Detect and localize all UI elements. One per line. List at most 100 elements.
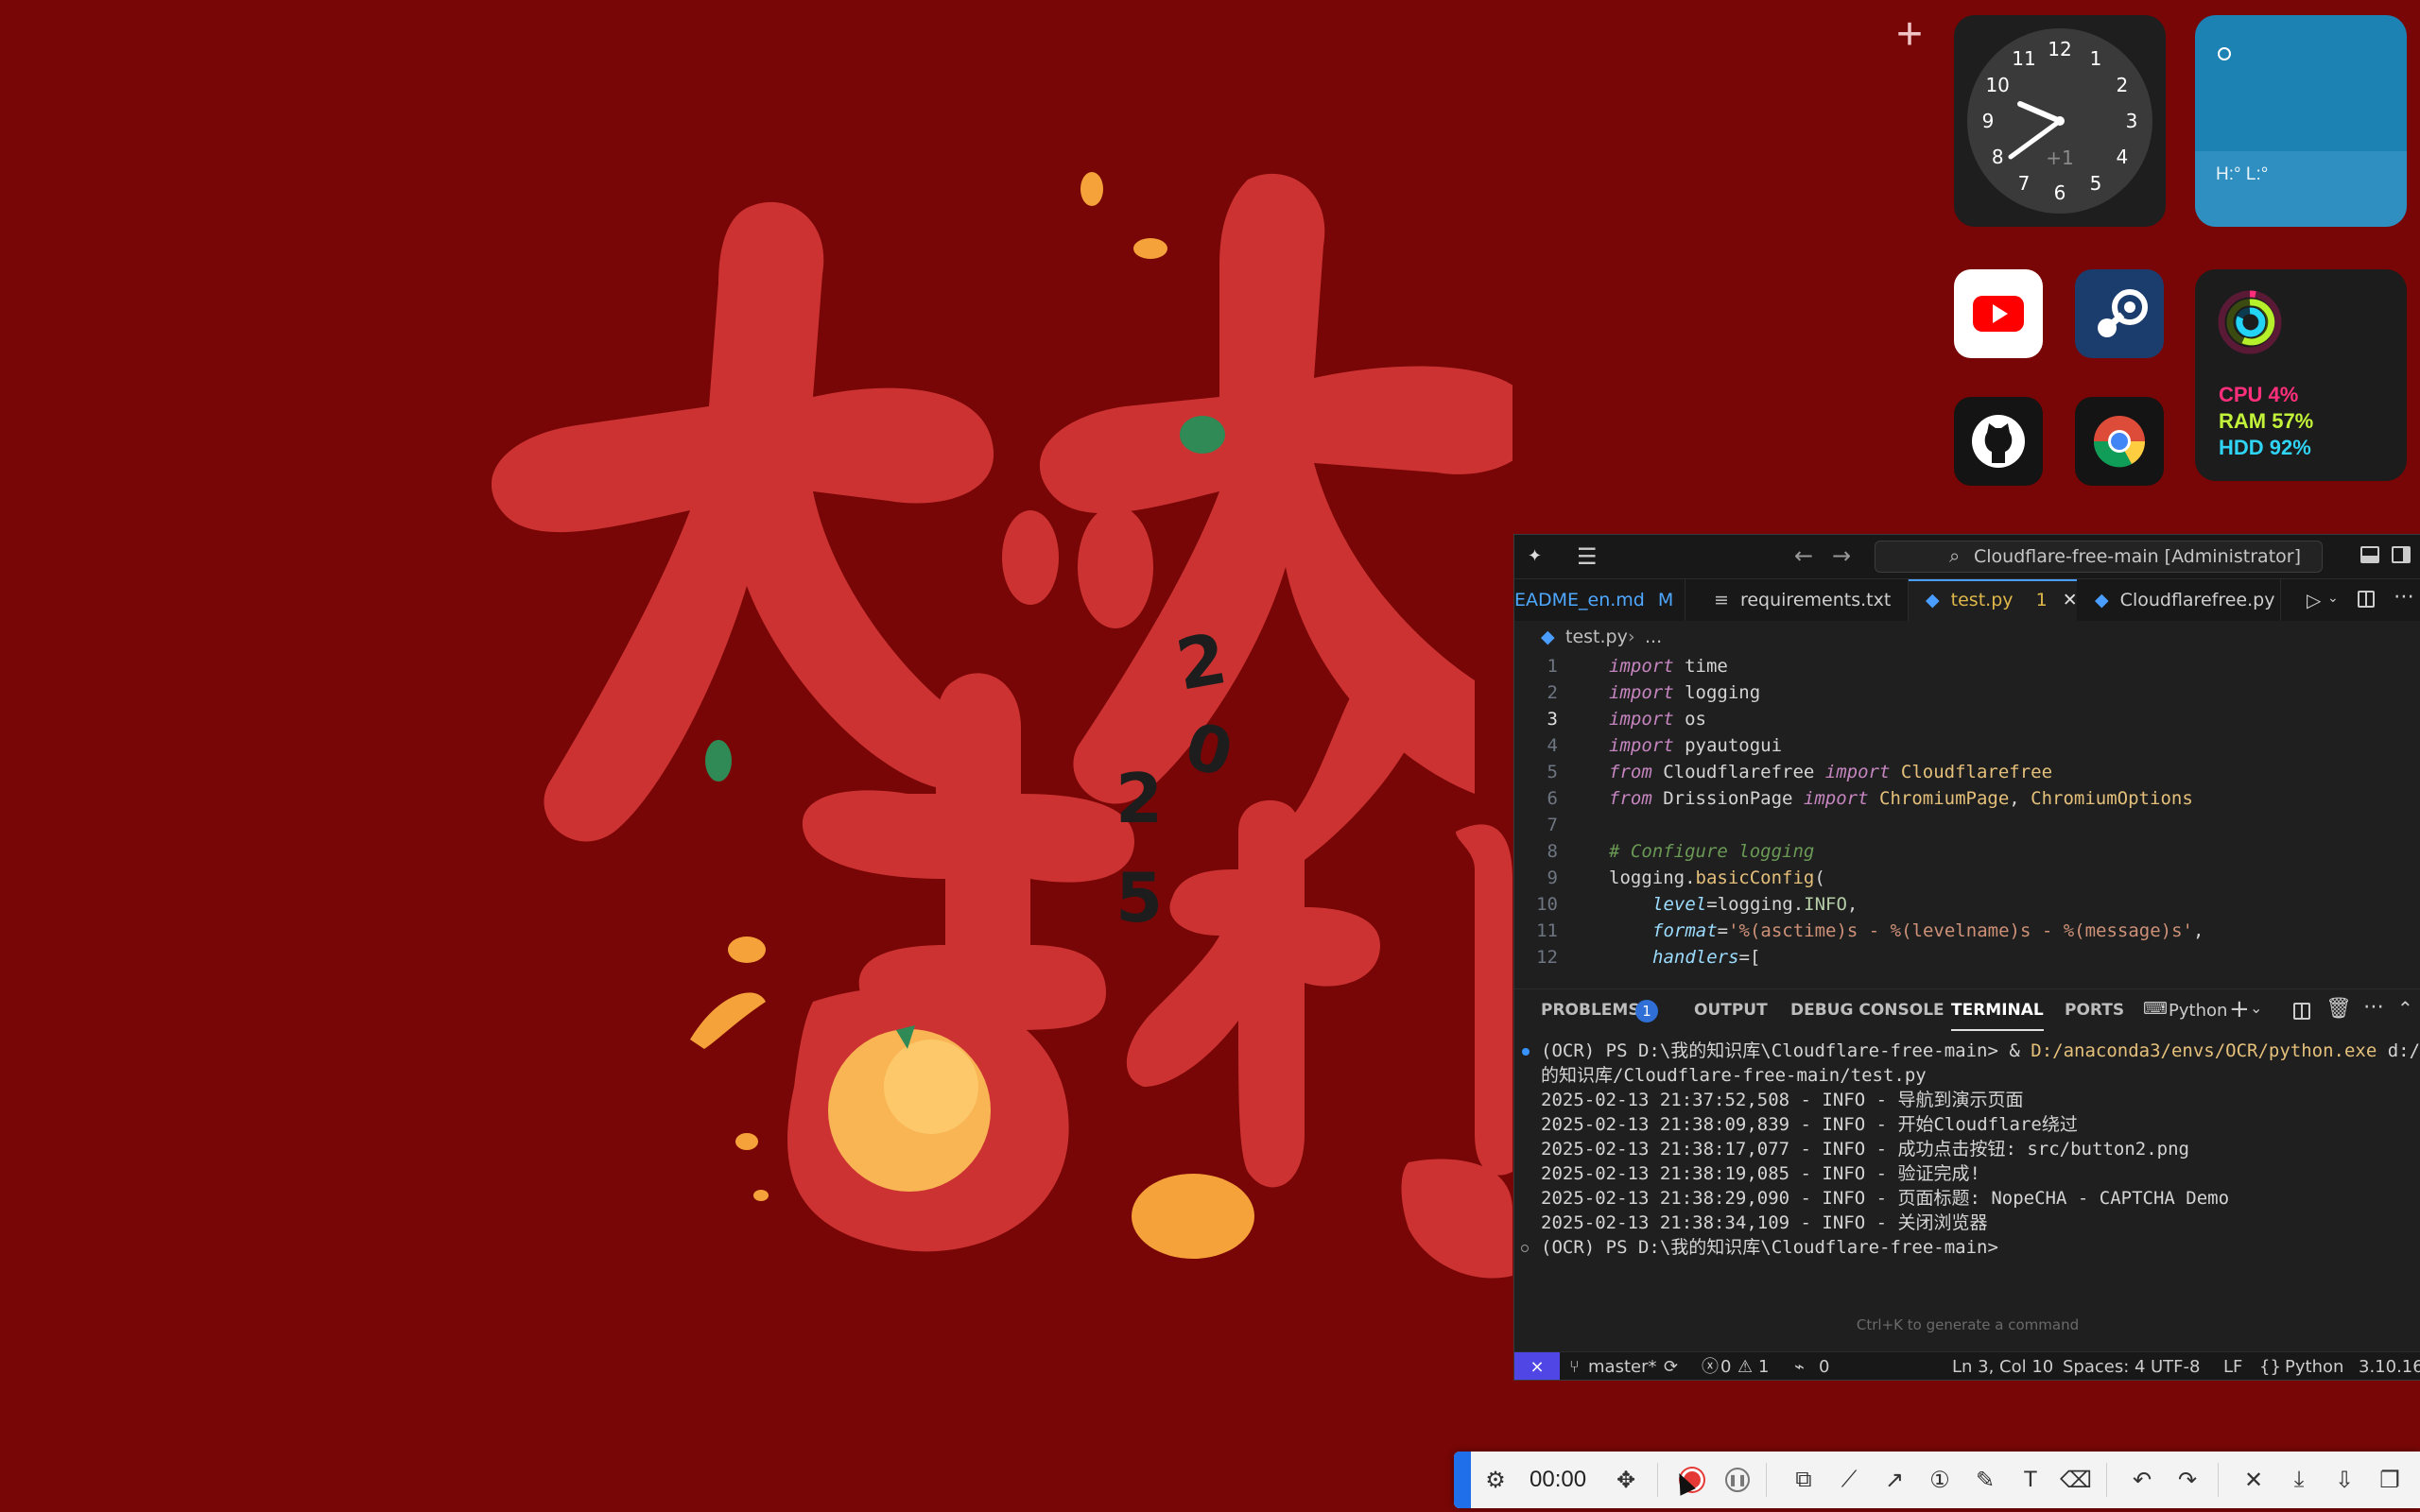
indentation[interactable]: Spaces: 4 xyxy=(2063,1352,2145,1380)
tab-readme[interactable]: EADME_en.md M xyxy=(1514,579,1685,621)
clock-number: 4 xyxy=(2116,146,2128,168)
terminal-output[interactable]: (OCR) PS D:\我的知识库\Cloudflare-free-main> … xyxy=(1514,1039,2420,1284)
panel-more-icon[interactable]: ⋯ xyxy=(2363,995,2384,1019)
code-token: , xyxy=(2009,788,2031,809)
file-text-icon: ≡ xyxy=(1714,590,1729,610)
tab-problems[interactable]: PROBLEMS xyxy=(1541,989,1640,1031)
encoding[interactable]: UTF-8 xyxy=(2151,1352,2200,1380)
chrome-app-icon[interactable] xyxy=(2075,397,2164,486)
system-monitor-widget[interactable]: CPU 4% RAM 57% HDD 92% xyxy=(2195,269,2407,481)
terminal-dropdown-icon[interactable]: ⌄ xyxy=(2250,999,2262,1017)
forward-arrow-icon[interactable]: → xyxy=(1832,542,1851,569)
weather-indicator-icon xyxy=(2218,47,2231,60)
step-number-tool-icon[interactable]: ① xyxy=(1921,1461,1959,1499)
tab-cloudflarefree-py[interactable]: ◆ Cloudflarefree.py xyxy=(2078,579,2281,621)
youtube-app-icon[interactable] xyxy=(1954,269,2043,358)
code-line: import os xyxy=(1609,706,1706,732)
status-bar: ⨯ ⑂ master* ⟳ ⓧ 0 ⚠ 1 ⌁ 0 Ln 3, Col 10 S… xyxy=(1514,1351,2420,1380)
code-token: from xyxy=(1609,762,1652,782)
toggle-panel-icon[interactable] xyxy=(2360,546,2379,563)
redo-icon[interactable]: ↷ xyxy=(2169,1461,2206,1499)
settings-gear-icon[interactable]: ⚙ xyxy=(1477,1461,1514,1499)
weather-widget[interactable]: H:° L:° xyxy=(2195,15,2407,227)
add-widget-button[interactable]: + xyxy=(1888,12,1931,58)
pause-icon[interactable]: ❚❚ xyxy=(1719,1461,1756,1499)
new-terminal-icon[interactable]: + xyxy=(2229,995,2250,1023)
vscode-window: ✦ ☰ ← → ⌕ Cloudflare-free-main [Administ… xyxy=(1513,534,2420,1381)
breadcrumb-file[interactable]: test.py xyxy=(1565,621,1628,653)
ports-count[interactable]: 0 xyxy=(1819,1352,1829,1380)
maximize-panel-icon[interactable]: ⌃ xyxy=(2397,997,2413,1020)
arrow-tool-icon[interactable]: ↗ xyxy=(1876,1461,1913,1499)
text-tool-icon[interactable]: T xyxy=(2012,1461,2049,1499)
screen-recorder-toolbar: ⚙ 00:00 ✥ ❚❚ ⧉ ⟋ ↗ ① ✎ T ⌫ ↶ ↷ ✕ ⤓ ⇩ ❐ xyxy=(1454,1452,2420,1508)
run-dropdown-icon[interactable]: ⌄ xyxy=(2327,591,2339,606)
undo-icon[interactable]: ↶ xyxy=(2123,1461,2161,1499)
warning-icon: ⚠ xyxy=(1737,1357,1754,1377)
clock-number: 2 xyxy=(2116,74,2128,96)
kill-terminal-icon[interactable]: 🗑 xyxy=(2325,997,2352,1021)
code-line: logging.basicConfig( xyxy=(1609,865,1825,891)
clock-widget[interactable]: 12 1 2 3 4 5 6 7 8 9 10 11 +1 xyxy=(1954,15,2166,227)
download-icon[interactable]: ⤓ xyxy=(2280,1461,2318,1499)
sync-icon[interactable]: ⟳ xyxy=(1664,1352,1678,1380)
terminal-prompt-current: (OCR) PS D:\我的知识库\Cloudflare-free-main> xyxy=(1541,1237,1998,1258)
terminal-shell-name[interactable]: Python xyxy=(2169,1001,2227,1021)
code-token: , xyxy=(1846,894,1858,915)
more-actions-icon[interactable]: ⋯ xyxy=(2394,585,2414,609)
tab-test-py[interactable]: ◆ test.py 1 ✕ xyxy=(1909,579,2078,621)
remote-indicator[interactable]: ⨯ xyxy=(1514,1352,1560,1380)
code-token: # Configure logging xyxy=(1609,841,1815,862)
code-token: time xyxy=(1673,656,1728,677)
cursor-logo-icon: ✦ xyxy=(1528,546,1543,566)
menu-icon[interactable]: ☰ xyxy=(1577,545,1601,568)
move-icon[interactable]: ✥ xyxy=(1607,1461,1645,1499)
code-line: from DrissionPage import ChromiumPage, C… xyxy=(1609,785,2193,812)
save-as-icon[interactable]: ⇩ xyxy=(2325,1461,2363,1499)
clock-face-icon: 12 1234567891011 +1 xyxy=(1967,28,2152,214)
ram-usage: RAM 57% xyxy=(2219,409,2314,433)
language-mode[interactable]: Python xyxy=(2285,1352,2343,1380)
line-number: 11 xyxy=(1536,920,1558,941)
tab-output[interactable]: OUTPUT xyxy=(1694,989,1768,1031)
copy-icon[interactable]: ❐ xyxy=(2371,1461,2409,1499)
tab-modified-badge: M xyxy=(1657,590,1674,610)
split-editor-icon[interactable] xyxy=(2358,591,2375,608)
terminal-log-line: 2025-02-13 21:38:09,839 - INFO - 开始Cloud… xyxy=(1541,1114,2078,1135)
tab-debug-console[interactable]: DEBUG CONSOLE xyxy=(1790,989,1945,1031)
problems-count-badge: 1 xyxy=(1635,1000,1658,1022)
code-line: from Cloudflarefree import Cloudflarefre… xyxy=(1609,759,2052,785)
python-version[interactable]: 3.10.16 ( xyxy=(2359,1352,2420,1380)
steam-app-icon[interactable] xyxy=(2075,269,2164,358)
toolbar-drag-strip[interactable] xyxy=(1454,1452,1471,1508)
back-arrow-icon[interactable]: ← xyxy=(1794,542,1813,569)
svg-text:2: 2 xyxy=(1115,759,1163,838)
terminal-log-line: 2025-02-13 21:37:52,508 - INFO - 导航到演示页面 xyxy=(1541,1090,2024,1110)
eraser-tool-icon[interactable]: ⌫ xyxy=(2057,1461,2095,1499)
shape-tool-icon[interactable]: ⧉ xyxy=(1785,1461,1823,1499)
run-icon[interactable]: ▷ xyxy=(2307,589,2321,611)
code-token: INFO xyxy=(1804,894,1847,915)
tab-requirements[interactable]: ≡ requirements.txt xyxy=(1685,579,1909,621)
tab-terminal[interactable]: TERMINAL xyxy=(1951,989,2044,1031)
split-terminal-icon[interactable] xyxy=(2293,1003,2310,1020)
tab-ports[interactable]: PORTS xyxy=(2065,989,2124,1031)
github-app-icon[interactable] xyxy=(1954,397,2043,486)
polyline-tool-icon[interactable]: ⟋ xyxy=(1830,1461,1868,1499)
breadcrumb-chevron-icon: › xyxy=(1628,627,1635,647)
line-ending[interactable]: LF xyxy=(2223,1352,2242,1380)
terminal-log-line: 2025-02-13 21:38:29,090 - INFO - 页面标题: N… xyxy=(1541,1188,2230,1209)
terminal-arg-wrap: 的知识库/Cloudflare-free-main/test.py xyxy=(1541,1065,1927,1086)
warning-count[interactable]: 1 xyxy=(1758,1352,1769,1380)
cursor-position[interactable]: Ln 3, Col 10 xyxy=(1952,1352,2053,1380)
toggle-sidebar-icon[interactable] xyxy=(2392,546,2411,563)
code-token: = xyxy=(1717,920,1729,941)
close-tab-icon[interactable]: ✕ xyxy=(2063,590,2078,610)
pen-tool-icon[interactable]: ✎ xyxy=(1966,1461,2004,1499)
close-icon[interactable]: ✕ xyxy=(2235,1461,2273,1499)
branch-name[interactable]: master* xyxy=(1588,1352,1656,1380)
command-search-box[interactable]: ⌕ Cloudflare-free-main [Administrator] xyxy=(1875,541,2323,573)
error-count[interactable]: 0 xyxy=(1720,1352,1731,1380)
breadcrumb-rest[interactable]: ... xyxy=(1645,621,1662,653)
code-token: os xyxy=(1673,709,1706,730)
